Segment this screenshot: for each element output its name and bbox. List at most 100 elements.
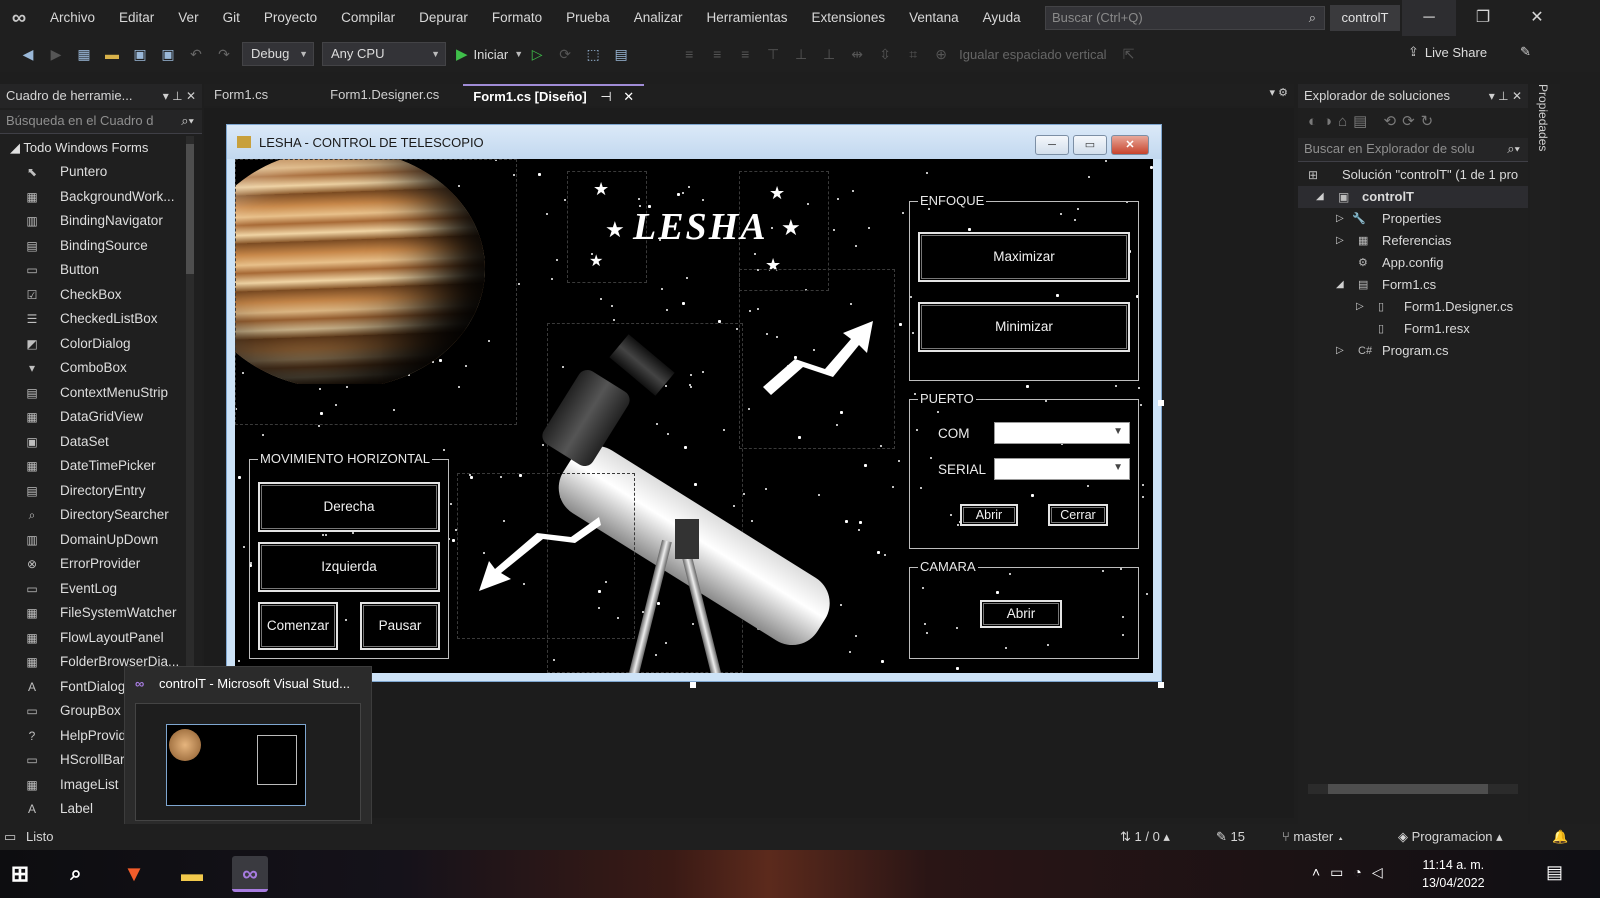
menu-item-depurar[interactable]: Depurar [407,0,480,36]
start-without-debug-icon[interactable]: ▷ [525,42,549,66]
solution-tree-node[interactable]: ⚙ App.config [1298,252,1528,274]
windows-start-icon[interactable]: ⊞ [2,856,38,892]
resize-handle[interactable] [1158,682,1164,688]
toolbox-item[interactable]: ▦ DateTimePicker [0,454,185,479]
visual-studio-taskbar-icon[interactable]: ∞ [232,856,268,892]
size-icon[interactable]: ⇳ [873,42,897,66]
pane-controls[interactable]: ▾ ⊥ ✕ [1489,84,1522,108]
browser-icon[interactable]: ⬚ [581,42,605,66]
toolbox-item[interactable]: ▦ FlowLayoutPanel [0,626,185,651]
scrollbar-thumb[interactable] [186,144,194,274]
layout-icon[interactable]: ▤ [609,42,633,66]
toolbox-item[interactable]: ⊗ ErrorProvider [0,552,185,577]
toolbox-item[interactable]: ▣ DataSet [0,430,185,455]
grid-icon[interactable]: ⌗ [901,42,925,66]
save-icon[interactable]: ▣ [128,42,152,66]
minimize-window-button[interactable]: ─ [1402,0,1456,36]
toolbox-item[interactable]: ▦ DataGridView [0,405,185,430]
expand-icon[interactable]: ▷ [1336,340,1344,362]
restore-window-button[interactable]: ❐ [1456,0,1510,36]
start-button[interactable]: ▶ Iniciar ▼ [456,45,523,63]
expand-icon[interactable]: ▷ [1356,296,1364,318]
tab-order-icon[interactable]: ⇱ [1117,42,1141,66]
system-tray[interactable]: ˄▭◔◁ [1312,864,1393,881]
menu-item-editar[interactable]: Editar [107,0,166,36]
menu-item-prueba[interactable]: Prueba [554,0,622,36]
comenzar-button[interactable]: Comenzar [258,602,338,650]
hot-reload-icon[interactable]: ⟳ [553,42,577,66]
tab-form1-designer-cs[interactable]: Form1.Designer.cs [320,84,449,106]
menu-item-herramientas[interactable]: Herramientas [695,0,800,36]
resize-handle[interactable] [690,682,696,688]
expand-icon[interactable]: ▷ [1336,208,1344,230]
repo-selector[interactable]: ◈ Programacion ▴ [1398,824,1503,850]
taskbar-thumbnail[interactable]: ∞ controlT - Microsoft Visual Stud... [124,666,372,832]
brave-browser-icon[interactable]: ▼ [116,856,152,892]
file-explorer-icon[interactable]: ▬ [174,856,210,892]
toolbox-item[interactable]: ☰ CheckedListBox [0,307,185,332]
solution-tree-node[interactable]: ▷ ▯ Form1.Designer.cs [1298,296,1528,318]
form-minimize-button[interactable]: ─ [1035,135,1069,155]
form-maximize-button[interactable]: ▭ [1073,135,1107,155]
pending-edits[interactable]: ✎ 15 [1216,824,1245,850]
arrow-up-right-icon[interactable] [755,309,885,409]
toolbox-item[interactable]: ▾ ComboBox [0,356,185,381]
toolbox-item[interactable]: ◩ ColorDialog [0,332,185,357]
undo-icon[interactable]: ↶ [184,42,208,66]
back-icon[interactable]: ◀ [16,42,40,66]
expand-icon[interactable]: ◢ [1336,274,1344,296]
save-all-icon[interactable]: ▣ [156,42,180,66]
configuration-select[interactable]: Debug ▼ [242,42,314,66]
action-center-icon[interactable]: ▤ [1546,862,1563,883]
changes-indicator[interactable]: ⇅ 1 / 0 ▴ [1120,824,1170,850]
solution-tree-node[interactable]: ▷ 🔧 Properties [1298,208,1528,230]
live-share-button[interactable]: ⇪ Live Share [1408,44,1487,60]
close-icon[interactable]: ✕ [623,89,634,104]
zoom-icon[interactable]: ⊕ [929,42,953,66]
menu-item-compilar[interactable]: Compilar [329,0,407,36]
toolbox-group[interactable]: ◢ Todo Windows Forms [0,136,202,160]
align-top-icon[interactable]: ⊤ [761,42,785,66]
clock[interactable]: 11:14 a. m. 13/04/2022 [1422,856,1485,892]
form-close-button[interactable]: ✕ [1111,135,1149,155]
menu-item-analizar[interactable]: Analizar [622,0,695,36]
project-node[interactable]: ◢ ▣ controlT [1298,186,1528,208]
serial-select[interactable]: ▼ [994,458,1130,480]
tab-form1-cs[interactable]: Form1.cs [204,84,278,106]
toolbox-item[interactable]: ▭ Button [0,258,185,283]
solution-search-input[interactable]: Buscar en Explorador de solu ⌕▾ [1298,138,1528,162]
feedback-icon[interactable]: ✎ [1520,44,1531,60]
notifications-icon[interactable]: 🔔 [1552,824,1568,850]
solution-tree-node[interactable]: ▷ ▦ Referencias [1298,230,1528,252]
search-input[interactable]: Buscar (Ctrl+Q) ⌕ [1045,6,1325,30]
menu-item-ventana[interactable]: Ventana [897,0,971,36]
align-right-icon[interactable]: ≡ [733,42,757,66]
toolbox-item[interactable]: ⌕ DirectorySearcher [0,503,185,528]
search-icon[interactable]: ⌕ [58,856,94,892]
toolbox-item[interactable]: ☑ CheckBox [0,283,185,308]
vertical-spacing-label[interactable]: Igualar espaciado vertical [959,47,1106,62]
solution-tree-node[interactable]: ▷ C# Program.cs [1298,340,1528,362]
redo-icon[interactable]: ↷ [212,42,236,66]
align-middle-icon[interactable]: ⊥ [789,42,813,66]
solution-node[interactable]: ⊞ Solución "controlT" (1 de 1 pro [1298,164,1528,186]
solution-toolbar[interactable]: ◐◑⌂▤ ⟲⟳↻ [1298,108,1528,136]
maximizar-button[interactable]: Maximizar [918,232,1130,282]
tab-overflow-icon[interactable]: ▾ ⚙ [1270,86,1288,99]
toolbox-item[interactable]: ▤ BindingSource [0,234,185,259]
new-project-icon[interactable]: ▦ [72,42,96,66]
menu-item-ayuda[interactable]: Ayuda [971,0,1033,36]
project-name-badge[interactable]: controlT [1330,5,1400,31]
align-bottom-icon[interactable]: ⊥ [817,42,841,66]
toolbox-item[interactable]: ▦ FileSystemWatcher [0,601,185,626]
properties-strip[interactable]: Propiedades [1530,84,1560,824]
pausar-button[interactable]: Pausar [360,602,440,650]
izquierda-button[interactable]: Izquierda [258,542,440,592]
expand-icon[interactable]: ▷ [1336,230,1344,252]
spacing-icon[interactable]: ⇹ [845,42,869,66]
designed-form[interactable]: LESHA - CONTROL DE TELESCOPIO ─ ▭ ✕ LESH… [226,124,1162,682]
toolbox-item[interactable]: ▥ BindingNavigator [0,209,185,234]
tab-form1-design[interactable]: Form1.cs [Diseño] ⊣ ✕ [463,84,645,106]
open-icon[interactable]: ▬ [100,42,124,66]
camara-abrir-button[interactable]: Abrir [980,600,1062,628]
